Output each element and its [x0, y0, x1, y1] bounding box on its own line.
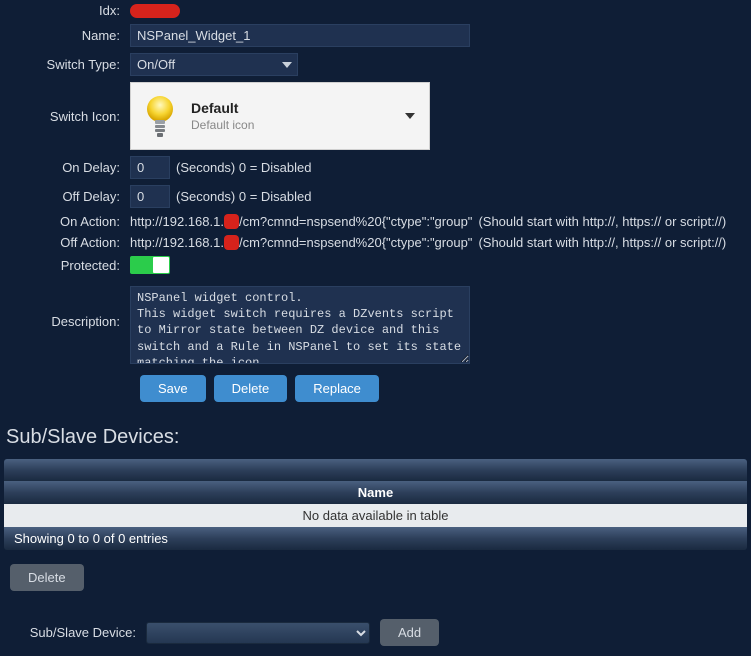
- replace-button[interactable]: Replace: [295, 375, 379, 402]
- on-action-label: On Action:: [0, 214, 130, 229]
- off-delay-hint: (Seconds) 0 = Disabled: [176, 189, 312, 204]
- on-action-hint: (Should start with http://, https:// or …: [478, 214, 726, 229]
- add-button[interactable]: Add: [380, 619, 439, 646]
- switch-type-label: Switch Type:: [0, 57, 130, 72]
- table-top-bar: [4, 459, 747, 481]
- protected-label: Protected:: [0, 258, 130, 273]
- idx-label: Idx:: [0, 3, 130, 18]
- col-name[interactable]: Name: [4, 481, 747, 504]
- switch-icon-picker[interactable]: Default Default icon: [130, 82, 430, 150]
- off-action-label: Off Action:: [0, 235, 130, 250]
- redacted-ip: xx: [224, 235, 239, 250]
- switch-type-select[interactable]: On/Off: [130, 53, 298, 76]
- delete-button[interactable]: Delete: [214, 375, 288, 402]
- description-textarea[interactable]: [130, 286, 470, 364]
- no-data-cell: No data available in table: [4, 504, 747, 527]
- off-delay-input[interactable]: [130, 185, 170, 208]
- lightbulb-icon: [143, 94, 177, 138]
- switch-icon-label: Switch Icon:: [0, 109, 130, 124]
- idx-value-redacted: [130, 4, 180, 18]
- redacted-ip: xx: [224, 214, 239, 229]
- on-delay-hint: (Seconds) 0 = Disabled: [176, 160, 312, 175]
- description-label: Description:: [0, 286, 130, 329]
- on-delay-input[interactable]: [130, 156, 170, 179]
- sub-device-select[interactable]: [146, 622, 370, 644]
- off-action-hint: (Should start with http://, https:// or …: [478, 235, 726, 250]
- off-action-input[interactable]: http://192.168.1.xx/cm?cmnd=nspsend%20{"…: [130, 235, 472, 250]
- switch-icon-title: Default: [191, 100, 417, 116]
- name-input[interactable]: [130, 24, 470, 47]
- table-row: No data available in table: [4, 504, 747, 527]
- on-delay-label: On Delay:: [0, 160, 130, 175]
- switch-icon-sub: Default icon: [191, 118, 417, 132]
- name-label: Name:: [0, 28, 130, 43]
- off-delay-label: Off Delay:: [0, 189, 130, 204]
- sub-delete-button[interactable]: Delete: [10, 564, 84, 591]
- on-action-input[interactable]: http://192.168.1.xx/cm?cmnd=nspsend%20{"…: [130, 214, 472, 229]
- table-info: Showing 0 to 0 of 0 entries: [4, 527, 747, 550]
- sub-devices-heading: Sub/Slave Devices:: [6, 426, 751, 449]
- chevron-down-icon: [405, 113, 415, 119]
- protected-toggle[interactable]: [130, 256, 170, 274]
- save-button[interactable]: Save: [140, 375, 206, 402]
- sub-devices-table: Name No data available in table: [4, 481, 747, 527]
